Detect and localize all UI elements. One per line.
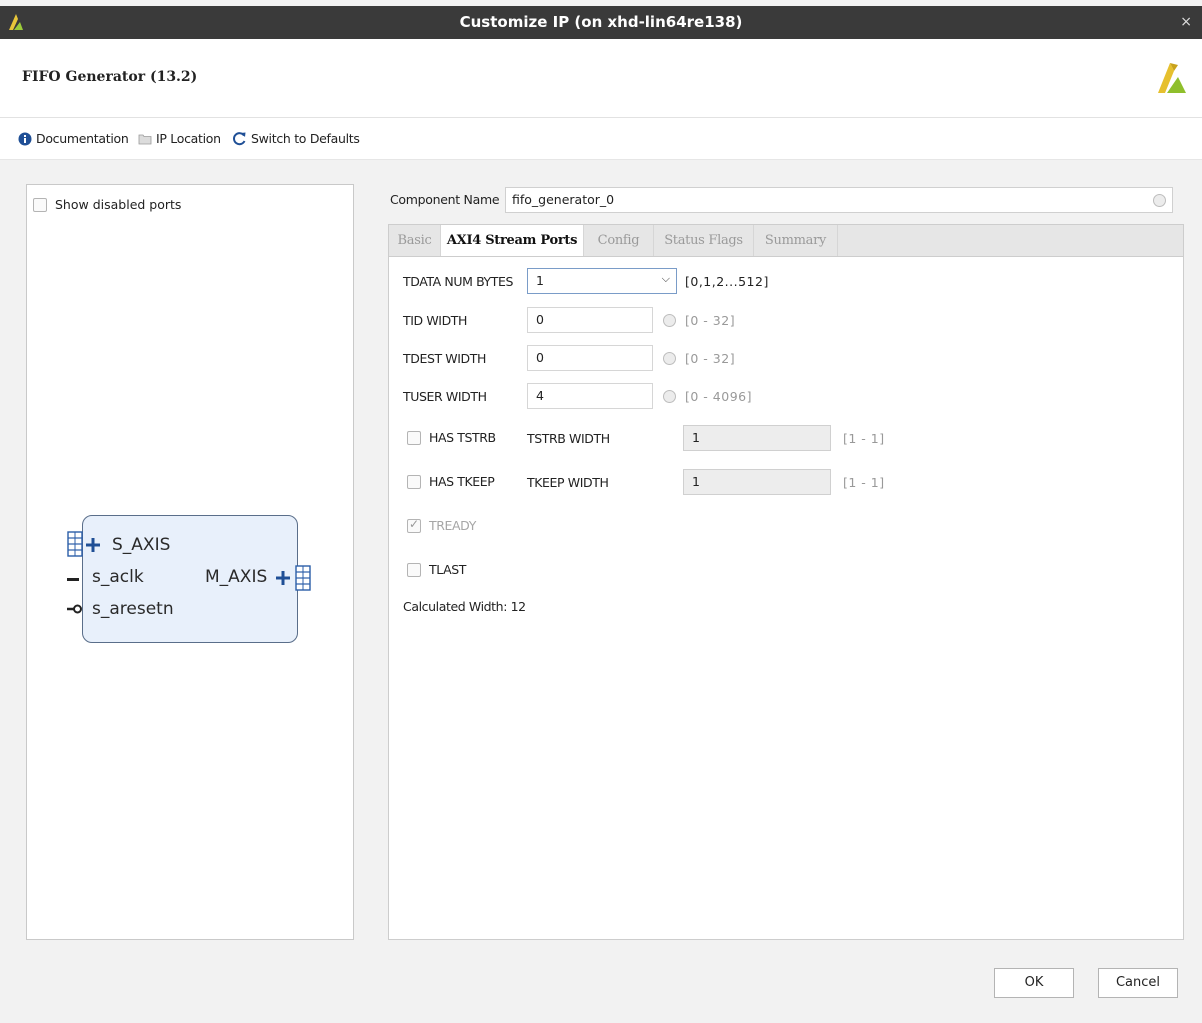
tstrb-width-input: 1 — [683, 425, 831, 451]
port-m-axis: M_AXIS — [205, 567, 268, 587]
has-tkeep-label: HAS TKEEP — [429, 474, 495, 489]
tab-basic[interactable]: Basic — [389, 225, 441, 257]
tuser-width-label: TUSER WIDTH — [403, 389, 487, 404]
tab-bar: Basic AXI4 Stream Ports Config Status Fl… — [388, 224, 1184, 258]
port-s-aresetn: s_aresetn — [92, 599, 174, 619]
tdest-width-value: 0 — [536, 350, 544, 365]
tid-width-range: [0 - 32] — [685, 313, 736, 328]
has-tstrb-label: HAS TSTRB — [429, 430, 496, 445]
tdata-num-bytes-range: [0,1,2...512] — [685, 274, 769, 289]
vivado-brand-icon — [1158, 63, 1186, 93]
expand-plus-icon[interactable] — [86, 538, 100, 552]
tab-config[interactable]: Config — [584, 225, 654, 257]
tdest-width-label: TDEST WIDTH — [403, 351, 487, 366]
switch-defaults-button[interactable]: Switch to Defaults — [232, 131, 360, 146]
has-tstrb-checkbox[interactable]: HAS TSTRB — [407, 430, 496, 445]
checkbox-box[interactable] — [407, 474, 421, 489]
reset-icon[interactable] — [663, 352, 676, 365]
ip-location-label: IP Location — [156, 131, 221, 146]
clear-icon[interactable] — [1153, 194, 1166, 207]
axi4-stream-ports-page: TDATA NUM BYTES 1 ⌵ [0,1,2...512] TID WI… — [388, 256, 1184, 940]
ip-location-button[interactable]: IP Location — [138, 131, 221, 146]
reset-icon[interactable] — [663, 314, 676, 327]
tready-label: TREADY — [429, 518, 476, 533]
reset-icon[interactable] — [663, 390, 676, 403]
tid-width-label: TID WIDTH — [403, 313, 468, 328]
folder-icon — [138, 134, 152, 144]
component-name-input[interactable]: fifo_generator_0 — [505, 187, 1173, 213]
info-icon — [18, 132, 32, 145]
tkeep-width-value: 1 — [692, 474, 700, 489]
bus-interface-icon — [67, 531, 83, 557]
tkeep-width-label: TKEEP WIDTH — [527, 475, 609, 490]
port-s-aclk: s_aclk — [92, 567, 144, 587]
has-tkeep-checkbox[interactable]: HAS TKEEP — [407, 474, 495, 489]
ip-header: FIFO Generator (13.2) — [0, 39, 1202, 118]
configuration-panel: Component Name fifo_generator_0 Basic AX… — [388, 184, 1184, 940]
tuser-width-input[interactable]: 4 — [527, 383, 676, 409]
tab-summary[interactable]: Summary — [754, 225, 838, 257]
clock-pin-line — [67, 578, 79, 581]
tready-checkbox: TREADY — [407, 517, 476, 533]
title-bar: Customize IP (on xhd-lin64re138) × — [0, 6, 1202, 39]
ip-symbol-panel: Show disabled ports S_AXIS s_aclk s_ares… — [26, 184, 354, 940]
tstrb-width-range: [1 - 1] — [843, 431, 885, 446]
cancel-button[interactable]: Cancel — [1098, 968, 1178, 998]
tlast-label: TLAST — [429, 562, 467, 577]
toolbar: Documentation IP Location Switch to Defa… — [0, 118, 1202, 160]
tlast-checkbox[interactable]: TLAST — [407, 562, 466, 577]
tab-status-flags[interactable]: Status Flags — [654, 225, 754, 257]
documentation-button[interactable]: Documentation — [18, 131, 129, 146]
tdata-num-bytes-select[interactable]: 1 ⌵ — [527, 268, 677, 294]
documentation-label: Documentation — [36, 131, 129, 146]
chevron-down-icon[interactable]: ⌵ — [662, 272, 670, 286]
tdata-num-bytes-value: 1 — [536, 273, 544, 288]
tdest-width-input[interactable]: 0 — [527, 345, 676, 371]
checkbox-box[interactable] — [33, 197, 47, 212]
close-icon[interactable]: × — [1180, 14, 1192, 30]
tuser-width-range: [0 - 4096] — [685, 389, 752, 404]
tstrb-width-label: TSTRB WIDTH — [527, 431, 610, 446]
tid-width-input[interactable]: 0 — [527, 307, 676, 333]
tab-axi4-stream-ports[interactable]: AXI4 Stream Ports — [441, 225, 584, 258]
calculated-width: Calculated Width: 12 — [403, 599, 526, 614]
checkbox-box[interactable] — [407, 430, 421, 445]
checkbox-box — [407, 517, 421, 533]
bus-interface-icon — [295, 565, 311, 591]
window-title: Customize IP (on xhd-lin64re138) — [459, 13, 743, 31]
ip-name: FIFO Generator (13.2) — [22, 69, 198, 85]
component-name-value: fifo_generator_0 — [512, 192, 615, 207]
expand-plus-icon[interactable] — [276, 571, 290, 585]
port-s-axis: S_AXIS — [112, 535, 171, 555]
checkbox-box[interactable] — [407, 562, 421, 577]
reset-pin-icon — [67, 604, 82, 614]
tdata-num-bytes-label: TDATA NUM BYTES — [403, 274, 514, 289]
tdest-width-range: [0 - 32] — [685, 351, 736, 366]
show-disabled-ports-checkbox[interactable]: Show disabled ports — [33, 197, 181, 212]
component-name-label: Component Name — [390, 192, 500, 207]
tuser-width-value: 4 — [536, 388, 544, 403]
switch-defaults-label: Switch to Defaults — [251, 131, 360, 146]
show-disabled-ports-label: Show disabled ports — [55, 197, 182, 212]
tkeep-width-input: 1 — [683, 469, 831, 495]
tid-width-value: 0 — [536, 312, 544, 327]
ok-button[interactable]: OK — [994, 968, 1074, 998]
tstrb-width-value: 1 — [692, 430, 700, 445]
refresh-icon — [233, 132, 246, 146]
tkeep-width-range: [1 - 1] — [843, 475, 885, 490]
